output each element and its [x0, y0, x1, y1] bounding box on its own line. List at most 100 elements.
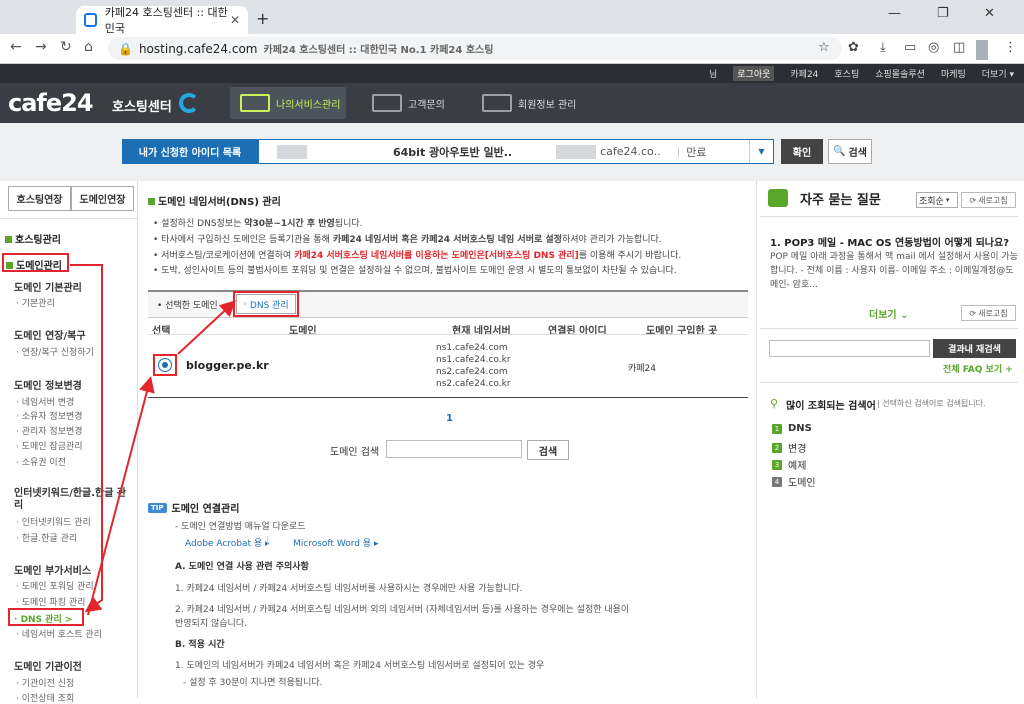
minimize-icon[interactable]: —	[888, 6, 901, 21]
popular-item[interactable]: 2 변경	[772, 440, 806, 455]
dns-manage-button[interactable]: › DNS 관리	[236, 294, 296, 314]
sidebar-item-label: 도메인관리	[16, 261, 62, 272]
sidebar-item-domain-mgmt[interactable]: 도메인관리	[2, 253, 69, 272]
bookmark-star-icon[interactable]: ☆	[818, 40, 830, 55]
faq-more-link[interactable]: 더보기 ⌄	[869, 306, 908, 321]
sidebar-item-lock[interactable]: · 도메인 잠금관리	[16, 439, 83, 452]
refresh-icon: ⟳	[969, 308, 977, 318]
hosting-extend-button[interactable]: 호스팅연장	[8, 186, 71, 211]
cafe24-link[interactable]: 카페24	[790, 67, 818, 80]
adobe-link[interactable]: Adobe Acrobat 용 ▸	[185, 536, 270, 549]
nameserver: ns2.cafe24.co.kr	[436, 379, 511, 389]
page-number[interactable]: 1	[446, 413, 453, 424]
domain-name: blogger.pe.kr	[186, 359, 269, 372]
group-domain-extend: 도메인 연장/복구	[14, 331, 86, 342]
faq-refresh-button-2[interactable]: ⟳ 새로고침	[961, 305, 1016, 321]
extensions-icon[interactable]: ✿	[848, 40, 859, 55]
popular-item[interactable]: 1 DNS	[772, 423, 812, 434]
confirm-button[interactable]: 확인	[781, 139, 823, 164]
download-icon[interactable]: ⤓	[880, 40, 886, 55]
cafe24-logo[interactable]: cafe24	[8, 89, 94, 117]
sidebar-item-hosting-mgmt[interactable]: 호스팅관리	[5, 231, 61, 246]
browser-tab[interactable]: 카페24 호스팅센터 :: 대한민국 ✕	[76, 6, 248, 35]
id-search-label: 검색	[848, 148, 867, 159]
faq-sort-select[interactable]: 조회순 ▾	[916, 192, 958, 208]
rank-badge: 1	[772, 423, 782, 434]
domain-search-button[interactable]: 검색	[527, 440, 569, 460]
sidebar-item-dns[interactable]: · DNS 관리 >	[8, 608, 84, 626]
hosting-link[interactable]: 호스팅	[834, 67, 859, 80]
nav-customer-inquiry[interactable]: 고객문의	[372, 87, 445, 119]
new-tab-icon[interactable]: +	[256, 9, 269, 28]
id-search-button[interactable]: 🔍 검색	[828, 139, 872, 164]
link-separator: |	[266, 536, 270, 546]
faq-refresh-button[interactable]: ⟳ 새로고침	[961, 192, 1016, 208]
section-b-1s: - 설정 후 30분이 지나면 적용됩니다.	[183, 678, 323, 688]
sidebar-item-parking[interactable]: · 도메인 파킹 관리	[16, 595, 85, 608]
logout-link[interactable]: 로그아웃	[733, 66, 775, 81]
sidebar-item-admin[interactable]: · 관리자 정보변경	[16, 424, 83, 437]
popular-item[interactable]: 4 도메인	[772, 474, 816, 489]
tab-title: 카페24 호스팅센터 :: 대한민국	[104, 6, 228, 35]
bullet-square-icon	[6, 262, 13, 269]
group-domain-basic: 도메인 기본관리	[14, 283, 82, 294]
msword-link[interactable]: Microsoft Word 용 ▸	[293, 536, 378, 549]
menu-icon[interactable]: ⋮	[1004, 40, 1017, 55]
faq-search-input[interactable]	[769, 340, 930, 357]
shop-solution-link[interactable]: 쇼핑몰솔루션	[875, 67, 925, 80]
redacted-domain	[556, 144, 597, 159]
nav-my-services[interactable]: 나의서비스관리	[230, 87, 346, 119]
screenshot-icon[interactable]: ◎	[928, 40, 939, 55]
sidebar-item-owner[interactable]: · 소유자 정보변경	[16, 409, 83, 422]
redacted-id	[277, 144, 307, 159]
sidebar-item-extend[interactable]: · 연장/복구 신청하기	[16, 345, 94, 358]
reload-icon[interactable]: ↻	[60, 39, 72, 55]
faq-search-button[interactable]: 결과내 재검색	[933, 339, 1016, 358]
popular-item[interactable]: 3 예제	[772, 457, 806, 472]
faq-title: 자주 묻는 질문	[800, 193, 881, 208]
domain-extend-button[interactable]: 도메인연장	[71, 186, 134, 211]
home-icon[interactable]: ⌂	[84, 39, 93, 55]
close-window-icon[interactable]: ✕	[984, 6, 995, 21]
close-tab-icon[interactable]: ✕	[230, 13, 240, 27]
manual-label: - 도메인 연결방법 매뉴얼 다운로드	[175, 522, 306, 532]
sidebar-item-hangul[interactable]: · 한글.한글 관리	[16, 531, 77, 544]
domain-search-input[interactable]	[386, 440, 522, 458]
refresh-icon: ⟳	[969, 195, 977, 205]
chevron-down-icon[interactable]: ▼	[749, 140, 773, 163]
bullet-square-icon	[5, 236, 12, 243]
user-name: 님	[708, 70, 718, 80]
sidebar-item-keyword[interactable]: · 인터넷키워드 관리	[16, 515, 91, 528]
rank-badge: 3	[772, 459, 782, 470]
sidebar-icon[interactable]: ◫	[953, 40, 965, 55]
note-1: • 설정하신 DNS정보는 약30분~1시간 후 반영됩니다.	[153, 219, 363, 229]
sidebar-item-transfer[interactable]: · 기관이전 신청	[16, 676, 74, 689]
nameserver: ns2.cafe24.com	[436, 367, 508, 377]
back-icon[interactable]: ←	[10, 39, 22, 55]
cast-icon[interactable]: ▭	[904, 40, 916, 55]
all-faq-link[interactable]: 전체 FAQ 보기 +	[943, 362, 1013, 375]
id-domain: cafe24.co..	[600, 145, 661, 158]
table-divider	[148, 334, 748, 335]
arrow-icon: ›	[243, 299, 247, 309]
nav-member-info[interactable]: 회원정보 관리	[482, 87, 576, 119]
nameserver-list: ns1.cafe24.com ns1.cafe24.co.kr ns2.cafe…	[436, 342, 511, 390]
more-link[interactable]: 더보기 ▾	[982, 67, 1014, 80]
sidebar-item-ownership[interactable]: · 소유권 이전	[16, 455, 66, 468]
sidebar-item-ns-host[interactable]: · 네임서버 호스트 관리	[16, 627, 102, 640]
marketing-link[interactable]: 마케팅	[941, 67, 966, 80]
site-top-strip: 님 로그아웃 카페24 호스팅 쇼핑몰솔루션 마케팅 더보기 ▾	[0, 64, 1024, 83]
maximize-icon[interactable]: ❐	[937, 6, 949, 21]
domain-radio[interactable]	[158, 358, 172, 372]
group-domain-info: 도메인 정보변경	[14, 381, 82, 392]
url-bar[interactable]: 🔒 hosting.cafe24.com 카페24 호스팅센터 :: 대한민국 …	[108, 37, 842, 60]
forward-icon[interactable]: →	[35, 39, 47, 55]
profile-avatar[interactable]	[976, 40, 988, 60]
id-select[interactable]: 64bit 광아우토반 일반.. cafe24.co.. | 만료 ▼	[258, 139, 774, 164]
search-icon: ⚲	[770, 397, 779, 410]
sidebar-item-forwarding[interactable]: · 도메인 포워딩 관리	[16, 579, 94, 592]
sidebar-item-basic[interactable]: · 기본관리	[16, 296, 55, 309]
section-a-2b: 반영되지 않습니다.	[175, 619, 247, 629]
sidebar-item-ns-change[interactable]: · 네임서버 변경	[16, 395, 74, 408]
faq-question[interactable]: 1. POP3 메일 - MAC OS 연동방법이 어떻게 되나요?	[770, 234, 1015, 249]
